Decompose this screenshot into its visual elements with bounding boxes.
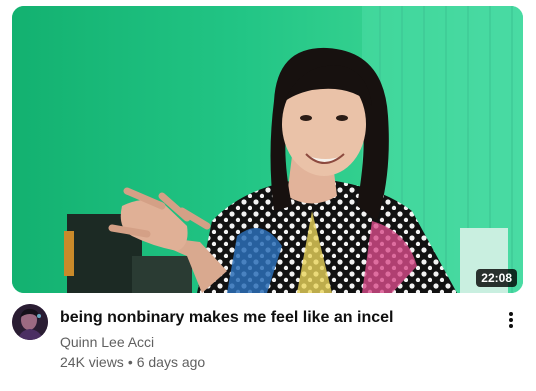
channel-name[interactable]: Quinn Lee Acci [60,332,154,352]
meta-separator: • [127,354,133,370]
video-title[interactable]: being nonbinary makes me feel like an in… [60,307,480,329]
more-options-button[interactable] [499,306,523,334]
video-thumbnail[interactable]: 22:08 [12,6,523,293]
duration-badge: 22:08 [476,269,517,287]
more-vert-icon [509,312,513,328]
video-stats: 24K views • 6 days ago [60,352,205,372]
video-details: being nonbinary makes me feel like an in… [12,304,523,384]
channel-avatar[interactable] [12,304,48,340]
view-count: 24K views [60,354,124,370]
avatar-icon [12,304,48,340]
upload-age: 6 days ago [136,354,206,370]
thumbnail-image [12,6,523,293]
